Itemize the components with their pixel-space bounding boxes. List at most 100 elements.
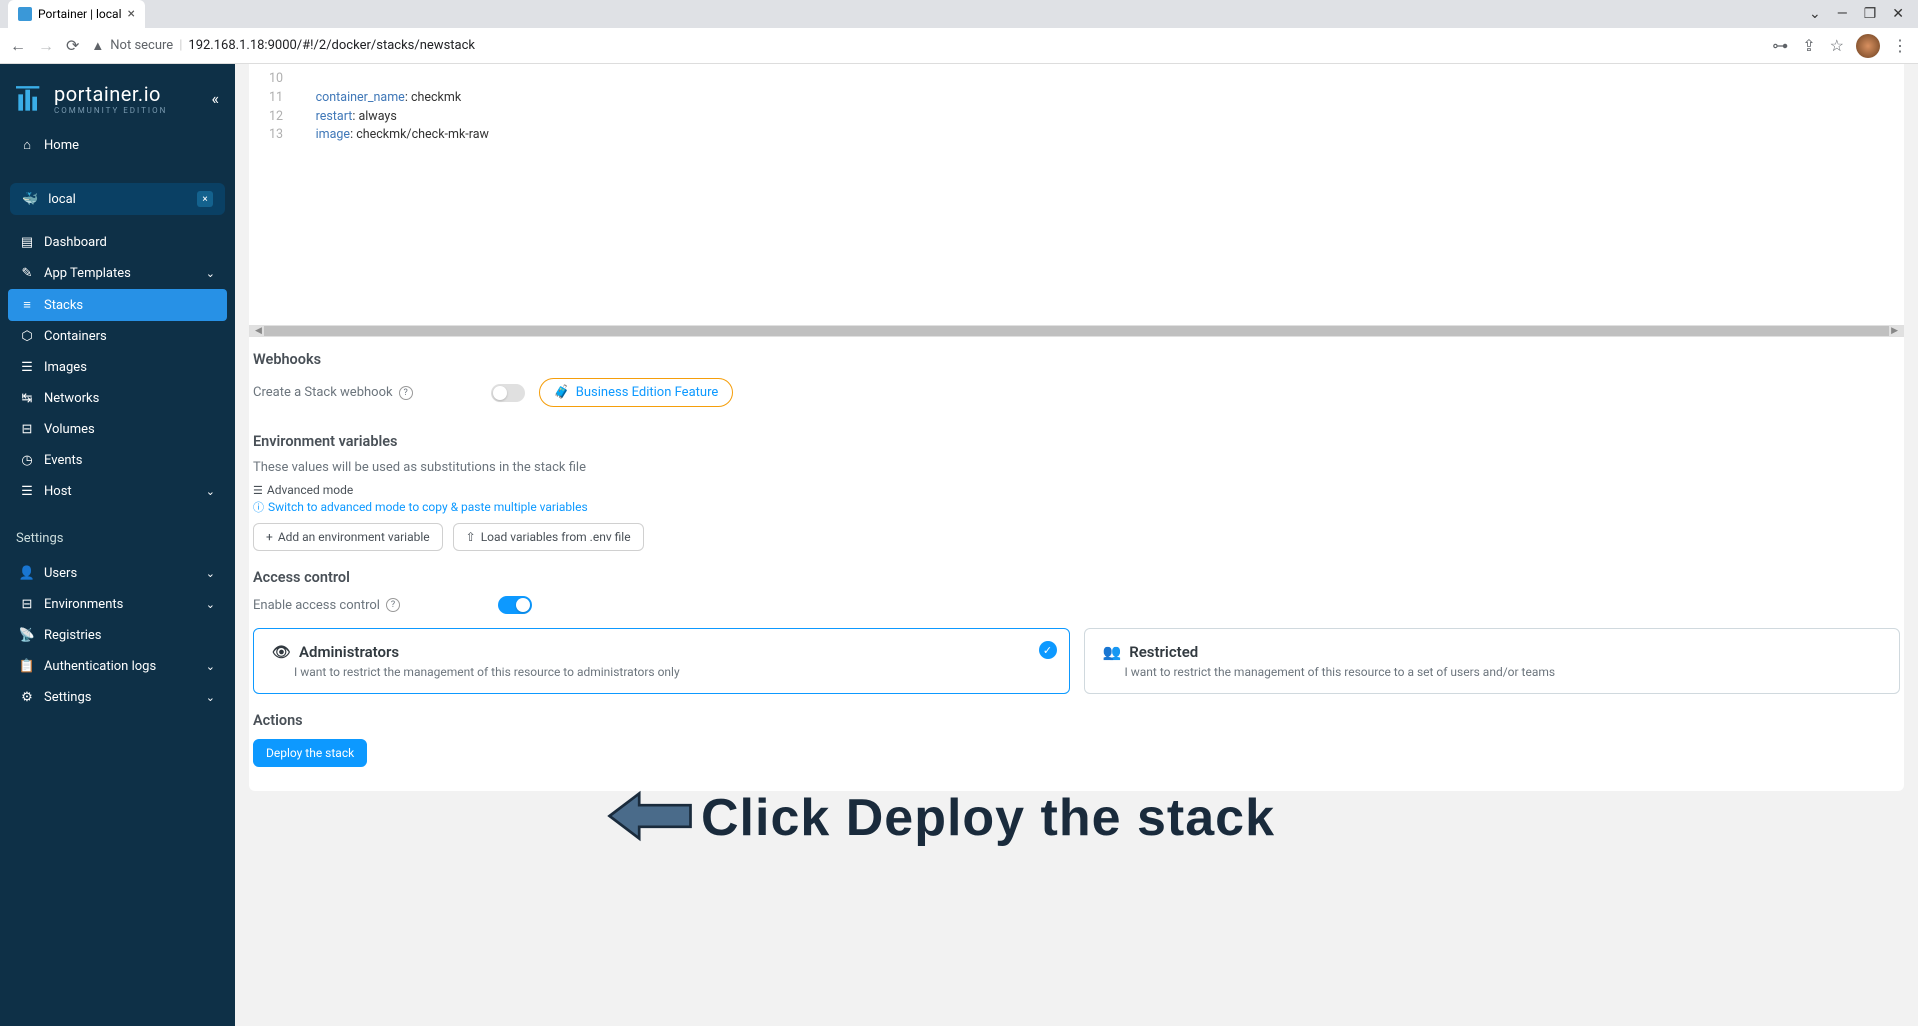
sidebar-item-networks[interactable]: ↹ Networks: [8, 383, 227, 414]
help-icon[interactable]: ?: [399, 386, 413, 400]
window-dropdown-icon[interactable]: ⌄: [1809, 6, 1821, 22]
key-icon[interactable]: ⊶: [1772, 36, 1788, 55]
window-controls: ⌄ — ❐ ✕: [1795, 6, 1918, 22]
sidebar-item-label: Volumes: [44, 422, 95, 437]
env-vars-title: Environment variables: [253, 433, 1900, 450]
help-icon[interactable]: ?: [386, 598, 400, 612]
close-window-icon[interactable]: ✕: [1892, 6, 1904, 22]
webhooks-title: Webhooks: [253, 351, 1900, 368]
sidebar-item-label: Networks: [44, 391, 99, 406]
tab-close-icon[interactable]: ×: [128, 6, 135, 22]
annotation-text: Click Deploy the stack: [701, 788, 1275, 848]
info-icon: ⓘ: [253, 499, 264, 515]
portainer-logo-icon: [16, 85, 44, 113]
chevron-down-icon: ⌄: [206, 598, 215, 611]
url-text: 192.168.1.18:9000/#!/2/docker/stacks/new…: [188, 38, 475, 53]
sidebar-item-label: Host: [44, 484, 72, 499]
env-name: local: [48, 192, 76, 207]
editor-horizontal-scrollbar[interactable]: ◀ ▶: [249, 325, 1904, 337]
sidebar-item-users[interactable]: 👤 Users ⌄: [8, 558, 227, 589]
load-env-file-button[interactable]: ⇧ Load variables from .env file: [453, 523, 644, 551]
logo-title: portainer.io: [54, 82, 167, 106]
sidebar-item-label: Images: [44, 360, 87, 375]
advanced-switch-hint: ⓘ Switch to advanced mode to copy & past…: [253, 499, 1900, 515]
browser-tab-bar: Portainer | local × ⌄ — ❐ ✕: [0, 0, 1918, 28]
browser-tab[interactable]: Portainer | local ×: [8, 0, 145, 28]
address-bar: ← → ⟳ ▲ Not secure | 192.168.1.18:9000/#…: [0, 28, 1918, 64]
access-card-restricted[interactable]: 👥 Restricted I want to restrict the manag…: [1084, 628, 1901, 694]
sidebar-item-registries[interactable]: 📡 Registries: [8, 620, 227, 651]
sidebar-item-app-templates[interactable]: ✎ App Templates ⌄: [8, 258, 227, 289]
webhook-create-label: Create a Stack webhook: [253, 385, 393, 400]
main-content: 10 11 container_name: checkmk12 restart:…: [235, 64, 1918, 1026]
actions-section: Actions Deploy the stack: [253, 698, 1900, 771]
sidebar-item-home[interactable]: ⌂ Home: [8, 129, 227, 161]
menu-icon[interactable]: ⋮: [1892, 36, 1908, 55]
sidebar-item-stacks[interactable]: ≡ Stacks: [8, 289, 227, 321]
scrollbar-thumb[interactable]: [264, 326, 1889, 336]
line-number: 12: [249, 108, 297, 127]
app-templates-icon: ✎: [20, 266, 34, 281]
bookmark-icon[interactable]: ☆: [1830, 36, 1844, 55]
share-icon[interactable]: ⇪: [1802, 36, 1815, 55]
users-icon: 👥: [1103, 643, 1122, 661]
minimize-icon[interactable]: —: [1837, 6, 1848, 22]
forward-icon[interactable]: →: [38, 36, 54, 56]
editor-line: 13 image: checkmk/check-mk-raw: [249, 126, 1904, 145]
advanced-mode-link[interactable]: ☰ Advanced mode: [253, 483, 1900, 497]
sidebar-item-dashboard[interactable]: ▤ Dashboard: [8, 227, 227, 258]
maximize-icon[interactable]: ❐: [1864, 6, 1877, 22]
sidebar-item-label: App Templates: [44, 266, 131, 281]
sidebar-item-containers[interactable]: ⬡ Containers: [8, 321, 227, 352]
sidebar-item-authentication-logs[interactable]: 📋 Authentication logs⌄: [8, 651, 227, 682]
collapse-sidebar-icon[interactable]: «: [211, 89, 219, 108]
business-edition-badge[interactable]: 🧳 Business Edition Feature: [539, 378, 734, 407]
sidebar-item-label: Users: [44, 566, 77, 581]
scroll-left-icon[interactable]: ◀: [253, 326, 264, 336]
reload-icon[interactable]: ⟳: [66, 36, 79, 55]
chevron-down-icon: ⌄: [206, 267, 215, 280]
editor-line: 11 container_name: checkmk: [249, 89, 1904, 108]
check-icon: ✓: [1039, 641, 1057, 659]
sidebar-item-settings[interactable]: ⚙ Settings⌄: [8, 682, 227, 713]
access-card-administrators[interactable]: ✓ 👁Administrators I want to restrict the…: [253, 628, 1070, 694]
deploy-stack-button[interactable]: Deploy the stack: [253, 739, 367, 767]
environment-pill[interactable]: 🐳 local ×: [10, 183, 225, 215]
users-icon: 👤: [20, 566, 34, 581]
sidebar-item-events[interactable]: ◷ Events: [8, 445, 227, 476]
events-icon: ◷: [20, 453, 34, 468]
sidebar-item-label: Authentication logs: [44, 659, 156, 674]
code-editor[interactable]: 10 11 container_name: checkmk12 restart:…: [249, 64, 1904, 325]
sidebar-item-label: Environments: [44, 597, 123, 612]
profile-avatar[interactable]: [1856, 34, 1880, 58]
sidebar-item-label: Events: [44, 453, 82, 468]
sidebar-item-label: Dashboard: [44, 235, 107, 250]
scroll-right-icon[interactable]: ▶: [1889, 326, 1900, 336]
sidebar-item-images[interactable]: ☰ Images: [8, 352, 227, 383]
sidebar-item-label: Registries: [44, 628, 102, 643]
sidebar-item-host[interactable]: ☰ Host⌄: [8, 476, 227, 507]
sidebar-item-volumes[interactable]: ⊟ Volumes: [8, 414, 227, 445]
logo-area: portainer.io COMMUNITY EDITION «: [0, 64, 235, 125]
access-card-desc: I want to restrict the management of thi…: [1103, 665, 1882, 679]
add-env-var-button[interactable]: + Add an environment variable: [253, 523, 443, 551]
access-control-toggle[interactable]: [498, 596, 532, 614]
actions-title: Actions: [253, 712, 1900, 729]
access-card-title: Restricted: [1129, 643, 1198, 661]
url-field[interactable]: ▲ Not secure | 192.168.1.18:9000/#!/2/do…: [91, 38, 1760, 54]
webhook-toggle[interactable]: [491, 384, 525, 402]
sidebar-item-environments[interactable]: ⊟ Environments⌄: [8, 589, 227, 620]
dashboard-icon: ▤: [20, 235, 34, 250]
access-enable-label: Enable access control: [253, 598, 380, 613]
access-control-title: Access control: [253, 569, 1900, 586]
webhooks-section: Webhooks Create a Stack webhook ? 🧳: [253, 337, 1900, 419]
upload-icon: ⇧: [466, 530, 476, 544]
registries-icon: 📡: [20, 628, 34, 643]
settings-header: Settings: [0, 511, 235, 554]
env-close-icon[interactable]: ×: [197, 191, 213, 207]
chevron-down-icon: ⌄: [206, 567, 215, 580]
editor-line: 10: [249, 70, 1904, 89]
annotation-overlay: Click Deploy the stack: [605, 786, 1275, 850]
access-control-section: Access control Enable access control ?: [253, 555, 1900, 698]
back-icon[interactable]: ←: [10, 36, 26, 56]
